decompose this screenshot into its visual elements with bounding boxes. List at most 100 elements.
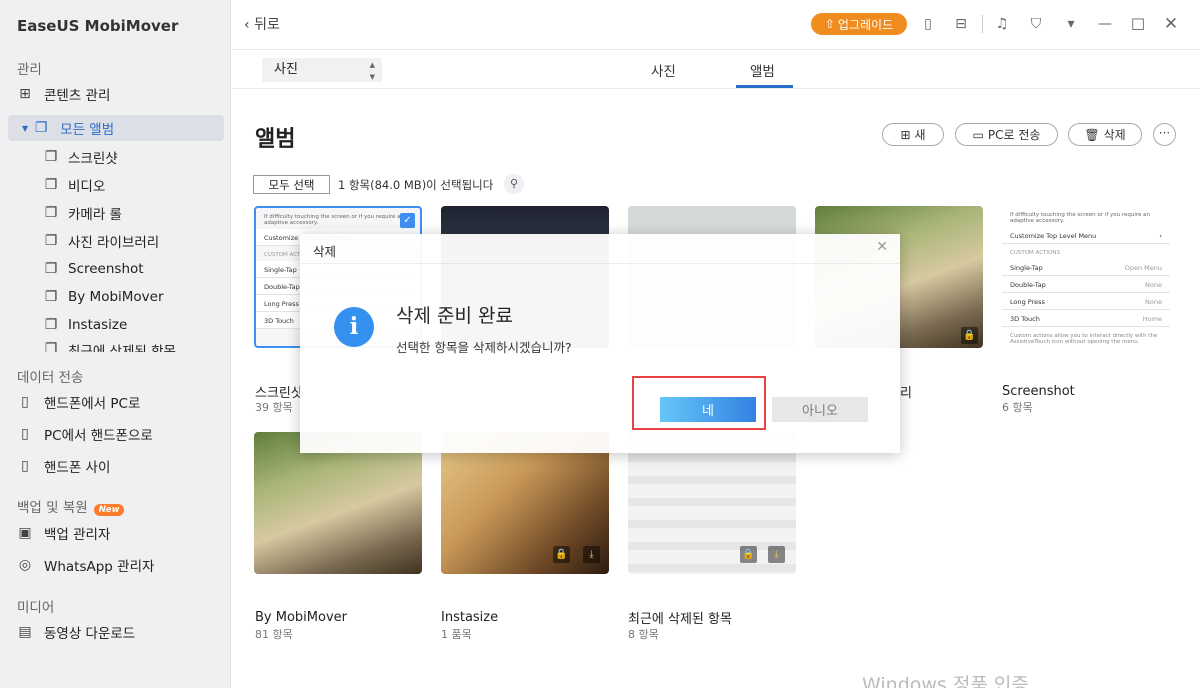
shirt-icon[interactable]: ⛉ bbox=[1026, 14, 1046, 34]
album-icon: ❐ bbox=[44, 261, 58, 277]
album-count: 81 항목 bbox=[255, 628, 293, 641]
album-count: 1 품목 bbox=[441, 628, 472, 641]
close-icon[interactable]: ✕ bbox=[876, 239, 888, 255]
back-button[interactable]: ‹ 뒤로 bbox=[244, 14, 280, 34]
whatsapp-icon: ◎ bbox=[18, 557, 32, 573]
album-icon: ❐ bbox=[44, 205, 58, 221]
spinner-arrows-icon: ▲ ▼ bbox=[369, 61, 375, 81]
lock-icon: 🔒 bbox=[961, 327, 978, 344]
dialog-message: 선택한 항목을 삭제하시겠습니까? bbox=[396, 340, 572, 355]
nav-album-instasize[interactable]: ❐ Instasize bbox=[42, 312, 128, 338]
album-icon: ❐ bbox=[44, 289, 58, 305]
section-transfer: 데이터 전송 bbox=[17, 370, 84, 386]
close-icon[interactable]: ✕ bbox=[1161, 14, 1181, 34]
page-title: 앨범 bbox=[255, 127, 296, 152]
dialog-header: 삭제 ✕ bbox=[300, 234, 900, 264]
album-count: 6 항목 bbox=[1002, 401, 1033, 414]
nav-whatsapp-manager[interactable]: ◎ WhatsApp 관리자 bbox=[16, 552, 155, 578]
delete-button[interactable]: 🗑 삭제 bbox=[1068, 123, 1142, 146]
album-icon: ❐ bbox=[44, 233, 58, 249]
nav-all-albums[interactable]: ▼ ❐ 모든 앨범 bbox=[8, 115, 224, 141]
no-button[interactable]: 아니오 bbox=[772, 397, 868, 422]
divider bbox=[982, 15, 983, 33]
section-backup: 백업 및 복원 New bbox=[17, 496, 125, 516]
nav-phone-to-phone[interactable]: ▯ 핸드폰 사이 bbox=[16, 453, 110, 479]
nav-album-videos[interactable]: ❐ 비디오 bbox=[42, 172, 106, 198]
checkbox-checked-icon[interactable]: ✓ bbox=[400, 213, 415, 228]
search-icon[interactable]: ⚲ bbox=[504, 174, 524, 194]
chevron-right-icon: › bbox=[1159, 232, 1162, 240]
transfer-to-pc-button[interactable]: ▭ PC로 전송 bbox=[955, 123, 1058, 146]
download-icon: ⤓ bbox=[583, 546, 600, 563]
chevron-left-icon: ‹ bbox=[244, 17, 250, 33]
upgrade-icon: ⇧ bbox=[824, 17, 835, 31]
highlight-box bbox=[632, 376, 766, 430]
album-name: 리 bbox=[900, 386, 912, 401]
phone-to-pc-icon: ▯ bbox=[21, 394, 29, 410]
new-badge: New bbox=[93, 504, 125, 516]
nav-pc-to-phone[interactable]: ▯ PC에서 핸드폰으로 bbox=[16, 421, 153, 447]
album-count: 39 항목 bbox=[255, 401, 293, 414]
app-name: EaseUS MobiMover bbox=[17, 17, 179, 35]
album-icon: ❐ bbox=[44, 341, 58, 352]
album-name: By MobiMover bbox=[255, 610, 347, 625]
new-album-button[interactable]: ⊞ 새 bbox=[882, 123, 944, 146]
upgrade-button[interactable]: ⇧ 업그레이드 bbox=[811, 13, 907, 35]
top-bar: ‹ 뒤로 ⇧ 업그레이드 ▯ ⊟ ♫ ⛉ ▾ — ☐ ✕ bbox=[232, 0, 1200, 50]
nav-backup-manager[interactable]: ▣ 백업 관리자 bbox=[16, 520, 110, 546]
selection-info: 1 항목(84.0 MB)이 선택됩니다 bbox=[338, 178, 494, 192]
dialog-title: 삭제 bbox=[313, 244, 337, 259]
video-download-icon: ▤ bbox=[18, 624, 32, 640]
nav-album-photo-library[interactable]: ❐ 사진 라이브러리 bbox=[42, 228, 160, 254]
toolbox-icon[interactable]: ⊟ bbox=[951, 14, 971, 34]
pc-to-phone-icon: ▯ bbox=[21, 426, 29, 442]
pc-icon: ▭ bbox=[972, 127, 984, 142]
device-icon[interactable]: ▯ bbox=[918, 14, 938, 34]
media-type-select[interactable]: 사진 ▲ ▼ bbox=[262, 58, 382, 82]
grid-icon: ⊞ bbox=[19, 86, 31, 102]
album-icon: ❐ bbox=[44, 149, 58, 165]
minimize-icon[interactable]: — bbox=[1095, 14, 1115, 34]
nav-album-screenshot[interactable]: ❐ Screenshot bbox=[42, 256, 144, 282]
nav-album-recently-deleted[interactable]: ❐ 최근에 삭제된 항목 bbox=[42, 340, 176, 352]
nav-content-manage[interactable]: ⊞ 콘텐츠 관리 bbox=[16, 81, 110, 107]
nav-video-downloader[interactable]: ▤ 동영상 다운로드 bbox=[16, 619, 135, 645]
maximize-icon[interactable]: ☐ bbox=[1128, 14, 1148, 34]
section-manage: 관리 bbox=[17, 62, 42, 78]
delete-confirm-dialog: 삭제 ✕ i 삭제 준비 완료 선택한 항목을 삭제하시겠습니까? 네 아니오 bbox=[300, 234, 900, 453]
dialog-heading: 삭제 준비 완료 bbox=[396, 305, 513, 327]
download-icon: ⤓ bbox=[768, 546, 785, 563]
album-name: Screenshot bbox=[1002, 384, 1075, 399]
album-card-screenshot[interactable]: If difficulty touching the screen or if … bbox=[1002, 206, 1170, 348]
album-count: 8 항목 bbox=[628, 628, 659, 641]
tab-albums[interactable]: 앨범 bbox=[750, 60, 775, 80]
divider bbox=[232, 88, 1200, 89]
album-card-instasize[interactable]: 🔒 ⤓ bbox=[441, 432, 609, 574]
nav-album-by-mobimover[interactable]: ❐ By MobiMover bbox=[42, 284, 164, 310]
tab-photos[interactable]: 사진 bbox=[651, 60, 676, 80]
more-options-button[interactable]: ··· bbox=[1153, 123, 1176, 146]
lock-icon: 🔒 bbox=[553, 546, 570, 563]
album-name: Instasize bbox=[441, 610, 499, 625]
activation-watermark: Windows 정품 인증 bbox=[862, 674, 1029, 688]
album-icon: ❐ bbox=[44, 177, 58, 193]
album-card-by-mobimover[interactable] bbox=[254, 432, 422, 574]
album-name: 최근에 삭제된 항목 bbox=[628, 612, 732, 627]
nav-phone-to-pc[interactable]: ▯ 핸드폰에서 PC로 bbox=[16, 389, 140, 415]
phone-to-phone-icon: ▯ bbox=[21, 458, 29, 474]
album-icon: ❐ bbox=[44, 317, 58, 333]
album-stack-icon: ❐ bbox=[34, 120, 48, 136]
section-media: 미디어 bbox=[17, 600, 55, 616]
trash-icon: 🗑 bbox=[1084, 127, 1100, 142]
select-all-button[interactable]: 모두 선택 bbox=[253, 175, 330, 194]
lock-icon: 🔒 bbox=[740, 546, 757, 563]
menu-dropdown-icon[interactable]: ▾ bbox=[1061, 14, 1081, 34]
add-icon: ⊞ bbox=[900, 127, 911, 142]
chevron-down-icon: ▼ bbox=[22, 123, 29, 133]
info-icon: i bbox=[334, 307, 374, 347]
nav-album-camera-roll[interactable]: ❐ 카메라 롤 bbox=[42, 200, 122, 226]
backup-icon: ▣ bbox=[18, 525, 32, 541]
bell-icon[interactable]: ♫ bbox=[992, 14, 1012, 34]
nav-album-screenshots[interactable]: ❐ 스크린샷 bbox=[42, 144, 118, 170]
album-card-recently-deleted[interactable]: 🔒 ⤓ bbox=[628, 432, 796, 574]
